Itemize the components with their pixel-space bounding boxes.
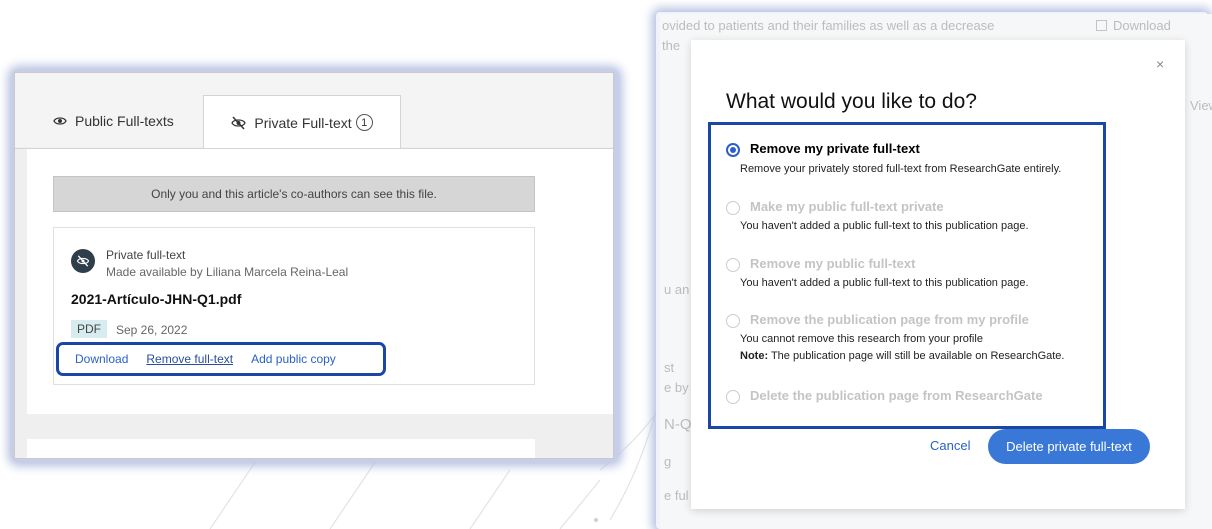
file-uploader: Made available by Liliana Marcela Reina-… bbox=[106, 265, 349, 279]
file-actions: Download Remove full-text Add public cop… bbox=[56, 342, 386, 376]
delete-private-full-text-button[interactable]: Delete private full-text bbox=[988, 429, 1150, 464]
option-label: Remove the publication page from my prof… bbox=[750, 312, 1029, 327]
background-download: Download bbox=[1096, 18, 1171, 33]
cancel-button[interactable]: Cancel bbox=[930, 438, 970, 453]
option-label: Make my public full-text private bbox=[750, 199, 944, 214]
tab-label: Public Full-texts bbox=[75, 113, 174, 129]
dialog-title: What would you like to do? bbox=[726, 90, 977, 113]
tab-private-full-text[interactable]: Private Full-text 1 bbox=[203, 95, 401, 149]
visibility-notice: Only you and this article's co-authors c… bbox=[53, 176, 535, 212]
radio-button[interactable] bbox=[726, 201, 740, 215]
tab-public-full-texts[interactable]: Public Full-texts bbox=[53, 95, 174, 147]
file-card: Private full-text Made available by Lili… bbox=[53, 227, 535, 385]
file-type-badge: PDF bbox=[71, 320, 107, 338]
background-text: ovided to patients and their families as… bbox=[662, 18, 995, 33]
option-description: You haven't added a public full-text to … bbox=[740, 220, 1029, 232]
full-text-panel: Public Full-texts Private Full-text 1 On… bbox=[14, 72, 614, 459]
option-label: Remove my private full-text bbox=[750, 141, 920, 156]
remove-full-text-link[interactable]: Remove full-text bbox=[146, 352, 233, 366]
option-label: Delete the publication page from Researc… bbox=[750, 388, 1043, 403]
count-badge: 1 bbox=[355, 114, 373, 131]
private-full-text-content: Only you and this article's co-authors c… bbox=[27, 149, 613, 414]
file-date: Sep 26, 2022 bbox=[116, 323, 188, 337]
option-description: You cannot remove this research from you… bbox=[740, 333, 983, 345]
option-label: Remove my public full-text bbox=[750, 256, 916, 271]
close-icon[interactable]: × bbox=[1156, 56, 1164, 72]
download-link[interactable]: Download bbox=[75, 352, 128, 366]
background-text: st bbox=[664, 360, 675, 375]
tab-bar: Public Full-texts Private Full-text 1 bbox=[15, 73, 613, 149]
file-kind: Private full-text bbox=[106, 248, 186, 262]
radio-button[interactable] bbox=[726, 258, 740, 272]
download-icon bbox=[1096, 20, 1107, 31]
private-file-icon bbox=[71, 249, 95, 273]
next-card-stub bbox=[27, 439, 535, 458]
option-description: Remove your privately stored full-text f… bbox=[740, 163, 1062, 175]
background-text: u an bbox=[664, 282, 690, 297]
radio-button[interactable] bbox=[726, 314, 740, 328]
radio-button[interactable] bbox=[726, 143, 740, 157]
tab-label: Private Full-text bbox=[254, 114, 352, 131]
background-text: View bbox=[1190, 98, 1212, 113]
eye-icon bbox=[53, 114, 67, 128]
add-public-copy-link[interactable]: Add public copy bbox=[251, 352, 336, 366]
background-text: e ful bbox=[664, 488, 689, 503]
eye-off-icon bbox=[231, 115, 247, 130]
option-note: Note: The publication page will still be… bbox=[740, 350, 1065, 362]
option-description: You haven't added a public full-text to … bbox=[740, 277, 1029, 289]
radio-button[interactable] bbox=[726, 390, 740, 404]
background-text: e by bbox=[664, 380, 689, 395]
file-name[interactable]: 2021-Artículo-JHN-Q1.pdf bbox=[71, 291, 241, 307]
background-text: g bbox=[664, 454, 672, 469]
background-text: N-Q bbox=[664, 416, 692, 433]
background-text: the bbox=[662, 38, 681, 53]
